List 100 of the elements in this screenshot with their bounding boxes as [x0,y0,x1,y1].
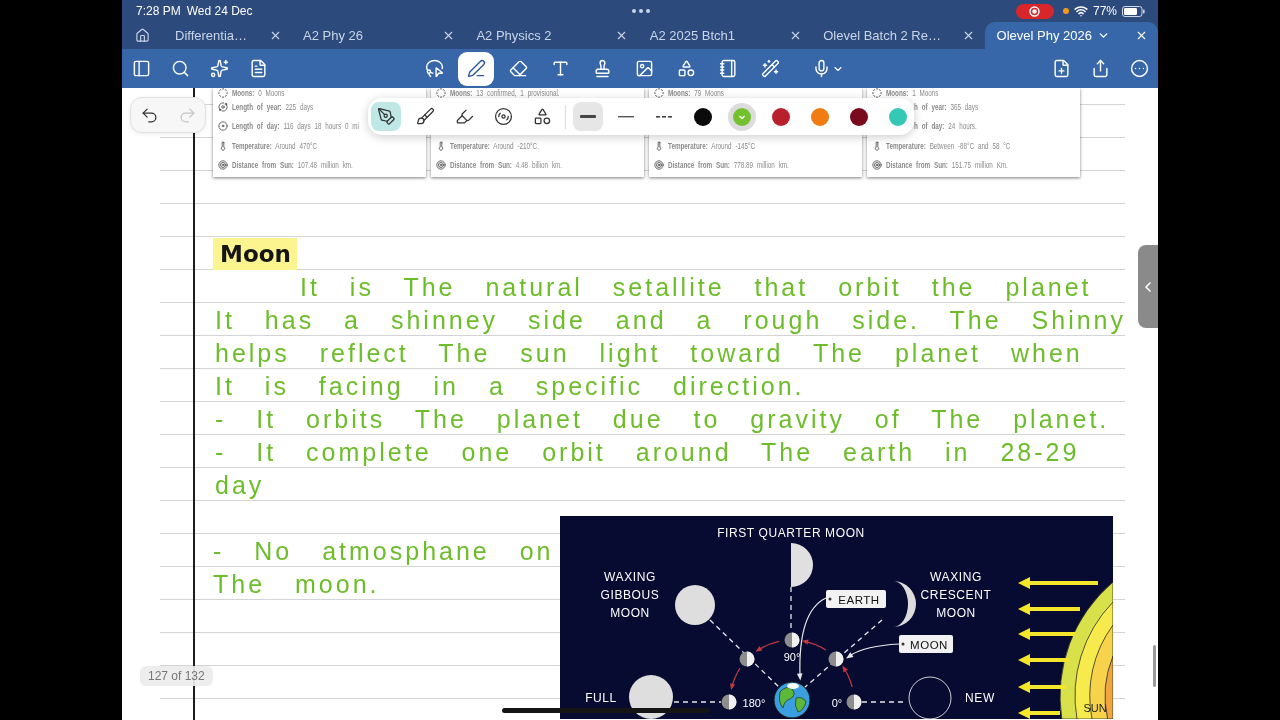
label-tag: EARTH [826,590,886,608]
planet-fact: Temperature: Around -210°C. [450,140,539,151]
planet-fact: Distance from Sun: 107.48 million km. [232,160,353,171]
sun-label: SUN [1083,702,1107,714]
tab[interactable]: Olevel Batch 2 Re… [811,22,985,49]
orbit-arrow [730,667,741,691]
planet-fact: Moons: 13 confirmed, 1 provisional. [450,88,560,98]
text-icon [550,59,570,78]
wand-icon [760,59,780,78]
orbit-arrow [842,665,853,688]
sunlight-arrow [1018,603,1080,615]
angle-label: 180° [742,697,766,709]
target-icon [872,160,882,171]
dashed-circle-icon [654,88,664,98]
pen-button[interactable] [458,51,494,86]
phase-label: FULL [585,691,617,705]
planet-fact: Moons: 1 Moons [886,88,939,98]
planet-fact: h of year: 365 days [914,101,979,112]
lasso-icon [424,59,444,78]
planet-fact: h of day: 24 hours. [914,121,977,132]
guide-line [673,701,722,703]
document-icon [248,59,268,78]
planet-fact: Length of day: 116 days 18 hours 0 mi [232,121,359,132]
pen-tool-button[interactable] [371,102,401,131]
notebook-icon [718,59,738,78]
orbit-icon [218,101,228,112]
phase-label: FIRST QUARTER MOON [717,526,865,540]
file-plus-icon [1051,59,1071,78]
search-icon [170,59,190,78]
planet-fact: Distance from Sun: 151.75 million Km. [886,160,1008,171]
target-icon [654,160,664,171]
share-icon [1090,59,1110,78]
handwritten-line: - No atmosphane on [213,535,554,566]
highlighter-icon [454,107,474,126]
thermometer-icon [436,140,446,151]
tab[interactable]: Differentia… [163,22,291,49]
sparkles-icon [209,59,229,78]
color-button[interactable] [728,102,756,131]
brush-icon [415,107,435,126]
shapes-icon [676,59,696,78]
small-moon-shape [846,694,862,710]
orbit-arrow [801,639,827,651]
page-counter: 127 of 132 [140,666,213,686]
target-icon [218,160,228,171]
thermometer-icon [654,140,664,151]
fountain-pen-icon [376,107,396,126]
new-moon-outline [908,676,952,719]
tab[interactable]: A2 Phy 26 [291,22,465,49]
target-icon [436,160,446,171]
mic-icon [812,59,831,78]
small-moon-shape [828,651,844,667]
sidebar-icon [131,59,151,78]
stroke-style-button[interactable] [573,102,603,131]
dashed-circle-icon [436,88,446,98]
tab[interactable]: Olevel Phy 2026 [984,22,1158,49]
home-icon [135,28,150,43]
image-icon [634,59,654,78]
record-icon [1029,5,1041,17]
clock-time: 7:28 PM [136,4,181,18]
tab[interactable]: A2 Physics 2 [464,22,638,49]
leader-arrow [846,643,900,659]
orbit-arrow [755,640,780,652]
sunlight-arrow [1018,707,1060,719]
pen-icon [466,59,486,78]
disc-icon [493,107,513,126]
planet-fact: Distance from Sun: 778.89 million km. [668,160,789,171]
more-icon [1129,59,1149,78]
handwritten-line: It is The natural setallite that orbit the planet [300,271,1092,302]
thermometer-icon [872,140,882,151]
sunlight-arrow [1018,628,1075,640]
tab[interactable]: A2 2025 Btch1 [637,22,812,49]
scrollbar-thumb [1153,645,1156,687]
wifi-icon [1073,4,1088,18]
handwritten-line: - It orbits The planet due to gravity of The planet. [215,403,1110,434]
thermometer-icon [218,140,228,151]
battery-icon [1122,5,1145,17]
multitasking-dots-icon [631,9,650,13]
planet-fact: Temperature: Around -145°C [668,140,756,151]
handwritten-line: day [215,469,265,500]
dashed-line-icon [656,115,672,118]
small-moon-shape [739,651,755,667]
stamp-icon [592,59,612,78]
planet-fact: Temperature: Around 470°C [232,140,318,151]
phase-label: NEW [965,691,995,705]
guide-line [709,619,781,689]
crescent-moon-shape [893,581,916,627]
planet-fact: Moons: 79 Moons [668,88,724,98]
handwritten-line: It is facing in a specific direction. [215,370,805,401]
shapes-icon [532,107,552,126]
planet-fact: Distance from Sun: 4.48 billion km. [450,160,563,171]
dashed-circle-icon [218,88,228,98]
status-dot-icon [1062,8,1069,14]
eraser-icon [508,59,528,78]
gibbous-moon-shape [675,585,715,625]
sidebar-handle[interactable] [1138,245,1158,328]
sunlight-arrow [1018,654,1070,666]
handwritten-line: It has a shinney side and a rough side. The Shinny [215,304,1127,335]
planet-fact: Moons: 0 Moons [232,88,285,98]
phase-label: WAXING CRESCENT MOON [920,570,992,620]
label-tag: MOON [899,635,953,653]
